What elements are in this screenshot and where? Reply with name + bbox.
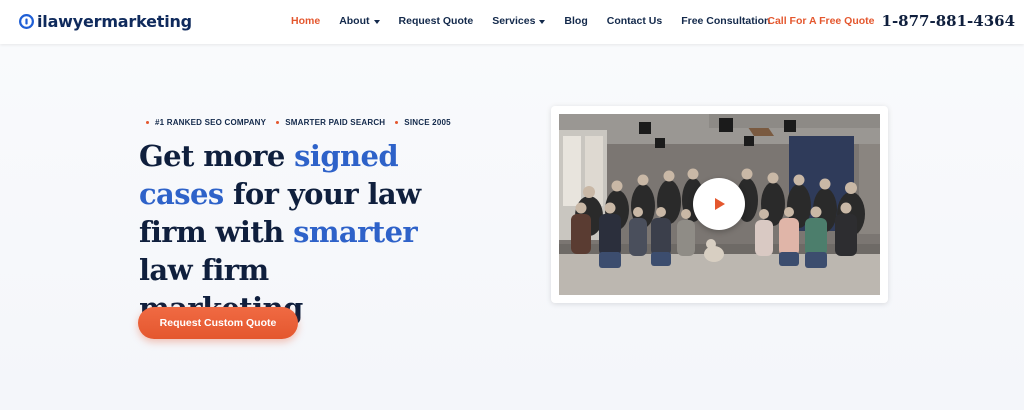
request-custom-quote-button[interactable]: Request Custom Quote	[138, 307, 298, 339]
nav-contact-us[interactable]: Contact Us	[607, 15, 662, 27]
bullet-dot-icon	[146, 121, 149, 124]
bullet-dot-icon	[276, 121, 280, 124]
site-header: ilawyermarketing Home About Request Quot…	[0, 0, 1024, 44]
video-card	[551, 106, 888, 303]
hero-headline: Get more signed cases for your law firm …	[139, 137, 439, 327]
logo-mark-icon	[19, 13, 34, 29]
call-label[interactable]: Call For A Free Quote	[767, 15, 874, 27]
nav-home[interactable]: Home	[291, 15, 320, 27]
hero-tags: #1 RANKED SEO COMPANY SMARTER PAID SEARC…	[146, 118, 451, 127]
hero-tag: #1 RANKED SEO COMPANY	[146, 118, 266, 127]
nav-request-quote[interactable]: Request Quote	[399, 15, 474, 27]
play-icon	[715, 198, 725, 210]
bullet-dot-icon	[395, 121, 399, 124]
nav-services[interactable]: Services	[492, 15, 546, 27]
hero-tag-text: SMARTER PAID SEARCH	[285, 118, 386, 127]
nav-about[interactable]: About	[339, 15, 380, 27]
nav-blog-label: Blog	[564, 15, 588, 27]
main-nav: Home About Request Quote Services Blog C…	[291, 15, 770, 27]
nav-about-label: About	[339, 15, 370, 27]
logo-text: ilawyermarketing	[37, 11, 192, 31]
hero-tag: SINCE 2005	[395, 118, 451, 127]
nav-contact-us-label: Contact Us	[606, 15, 663, 27]
hero-tag-text: #1 RANKED SEO COMPANY	[155, 118, 267, 127]
headline-highlight: smarter	[293, 215, 418, 249]
logo[interactable]: ilawyermarketing	[18, 9, 192, 33]
hero-tag: SMARTER PAID SEARCH	[276, 118, 385, 127]
hero-tag-text: SINCE 2005	[404, 118, 451, 127]
nav-blog[interactable]: Blog	[564, 15, 587, 27]
call-block: Call For A Free Quote 1-877-881-4364	[767, 12, 1015, 30]
video-player[interactable]	[559, 114, 880, 295]
headline-text: Get more	[139, 139, 295, 173]
play-button[interactable]	[693, 178, 745, 230]
phone-number[interactable]: 1-877-881-4364	[882, 12, 1015, 30]
chevron-down-icon	[539, 19, 546, 24]
nav-request-quote-label: Request Quote	[398, 15, 474, 27]
nav-home-label: Home	[291, 15, 321, 27]
nav-free-consultation[interactable]: Free Consultation	[681, 15, 770, 27]
nav-free-consultation-label: Free Consultation	[681, 15, 771, 27]
chevron-down-icon	[373, 19, 380, 24]
nav-services-label: Services	[492, 15, 536, 27]
